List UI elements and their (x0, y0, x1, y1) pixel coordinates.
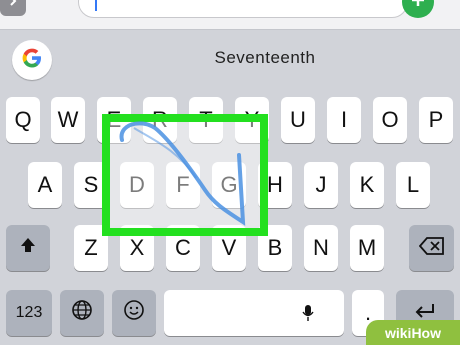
delete-key[interactable] (409, 225, 454, 271)
key-n[interactable]: N (304, 225, 338, 271)
key-o[interactable]: O (373, 97, 407, 143)
key-i[interactable]: I (327, 97, 361, 143)
key-m[interactable]: M (350, 225, 384, 271)
highlight-box (102, 114, 268, 236)
key-q[interactable]: Q (6, 97, 40, 143)
message-text-field[interactable] (78, 0, 408, 18)
key-l[interactable]: L (396, 162, 430, 208)
expand-button[interactable] (0, 0, 26, 16)
key-u[interactable]: U (281, 97, 315, 143)
text-cursor (95, 0, 97, 11)
key-a[interactable]: A (28, 162, 62, 208)
space-key[interactable] (164, 290, 344, 336)
shift-icon (18, 235, 38, 261)
google-g-icon (20, 46, 44, 75)
key-w[interactable]: W (51, 97, 85, 143)
google-button[interactable] (12, 40, 52, 80)
globe-icon (71, 299, 93, 327)
globe-key[interactable] (60, 290, 104, 336)
key-j[interactable]: J (304, 162, 338, 208)
delete-icon (418, 235, 445, 261)
word-suggestion[interactable]: Seventeenth (160, 48, 370, 68)
microphone-icon[interactable] (302, 302, 314, 328)
message-input-bar (0, 0, 460, 30)
numbers-key[interactable]: 123 (6, 290, 52, 336)
plus-icon (411, 0, 425, 12)
wikihow-watermark: wikiHow (366, 320, 460, 345)
key-k[interactable]: K (350, 162, 384, 208)
emoji-icon (123, 299, 145, 327)
shift-key[interactable] (6, 225, 50, 271)
send-button[interactable] (402, 0, 434, 18)
emoji-key[interactable] (112, 290, 156, 336)
chevron-right-icon (7, 0, 19, 12)
suggestion-bar: Seventeenth (0, 30, 460, 90)
key-p[interactable]: P (419, 97, 453, 143)
